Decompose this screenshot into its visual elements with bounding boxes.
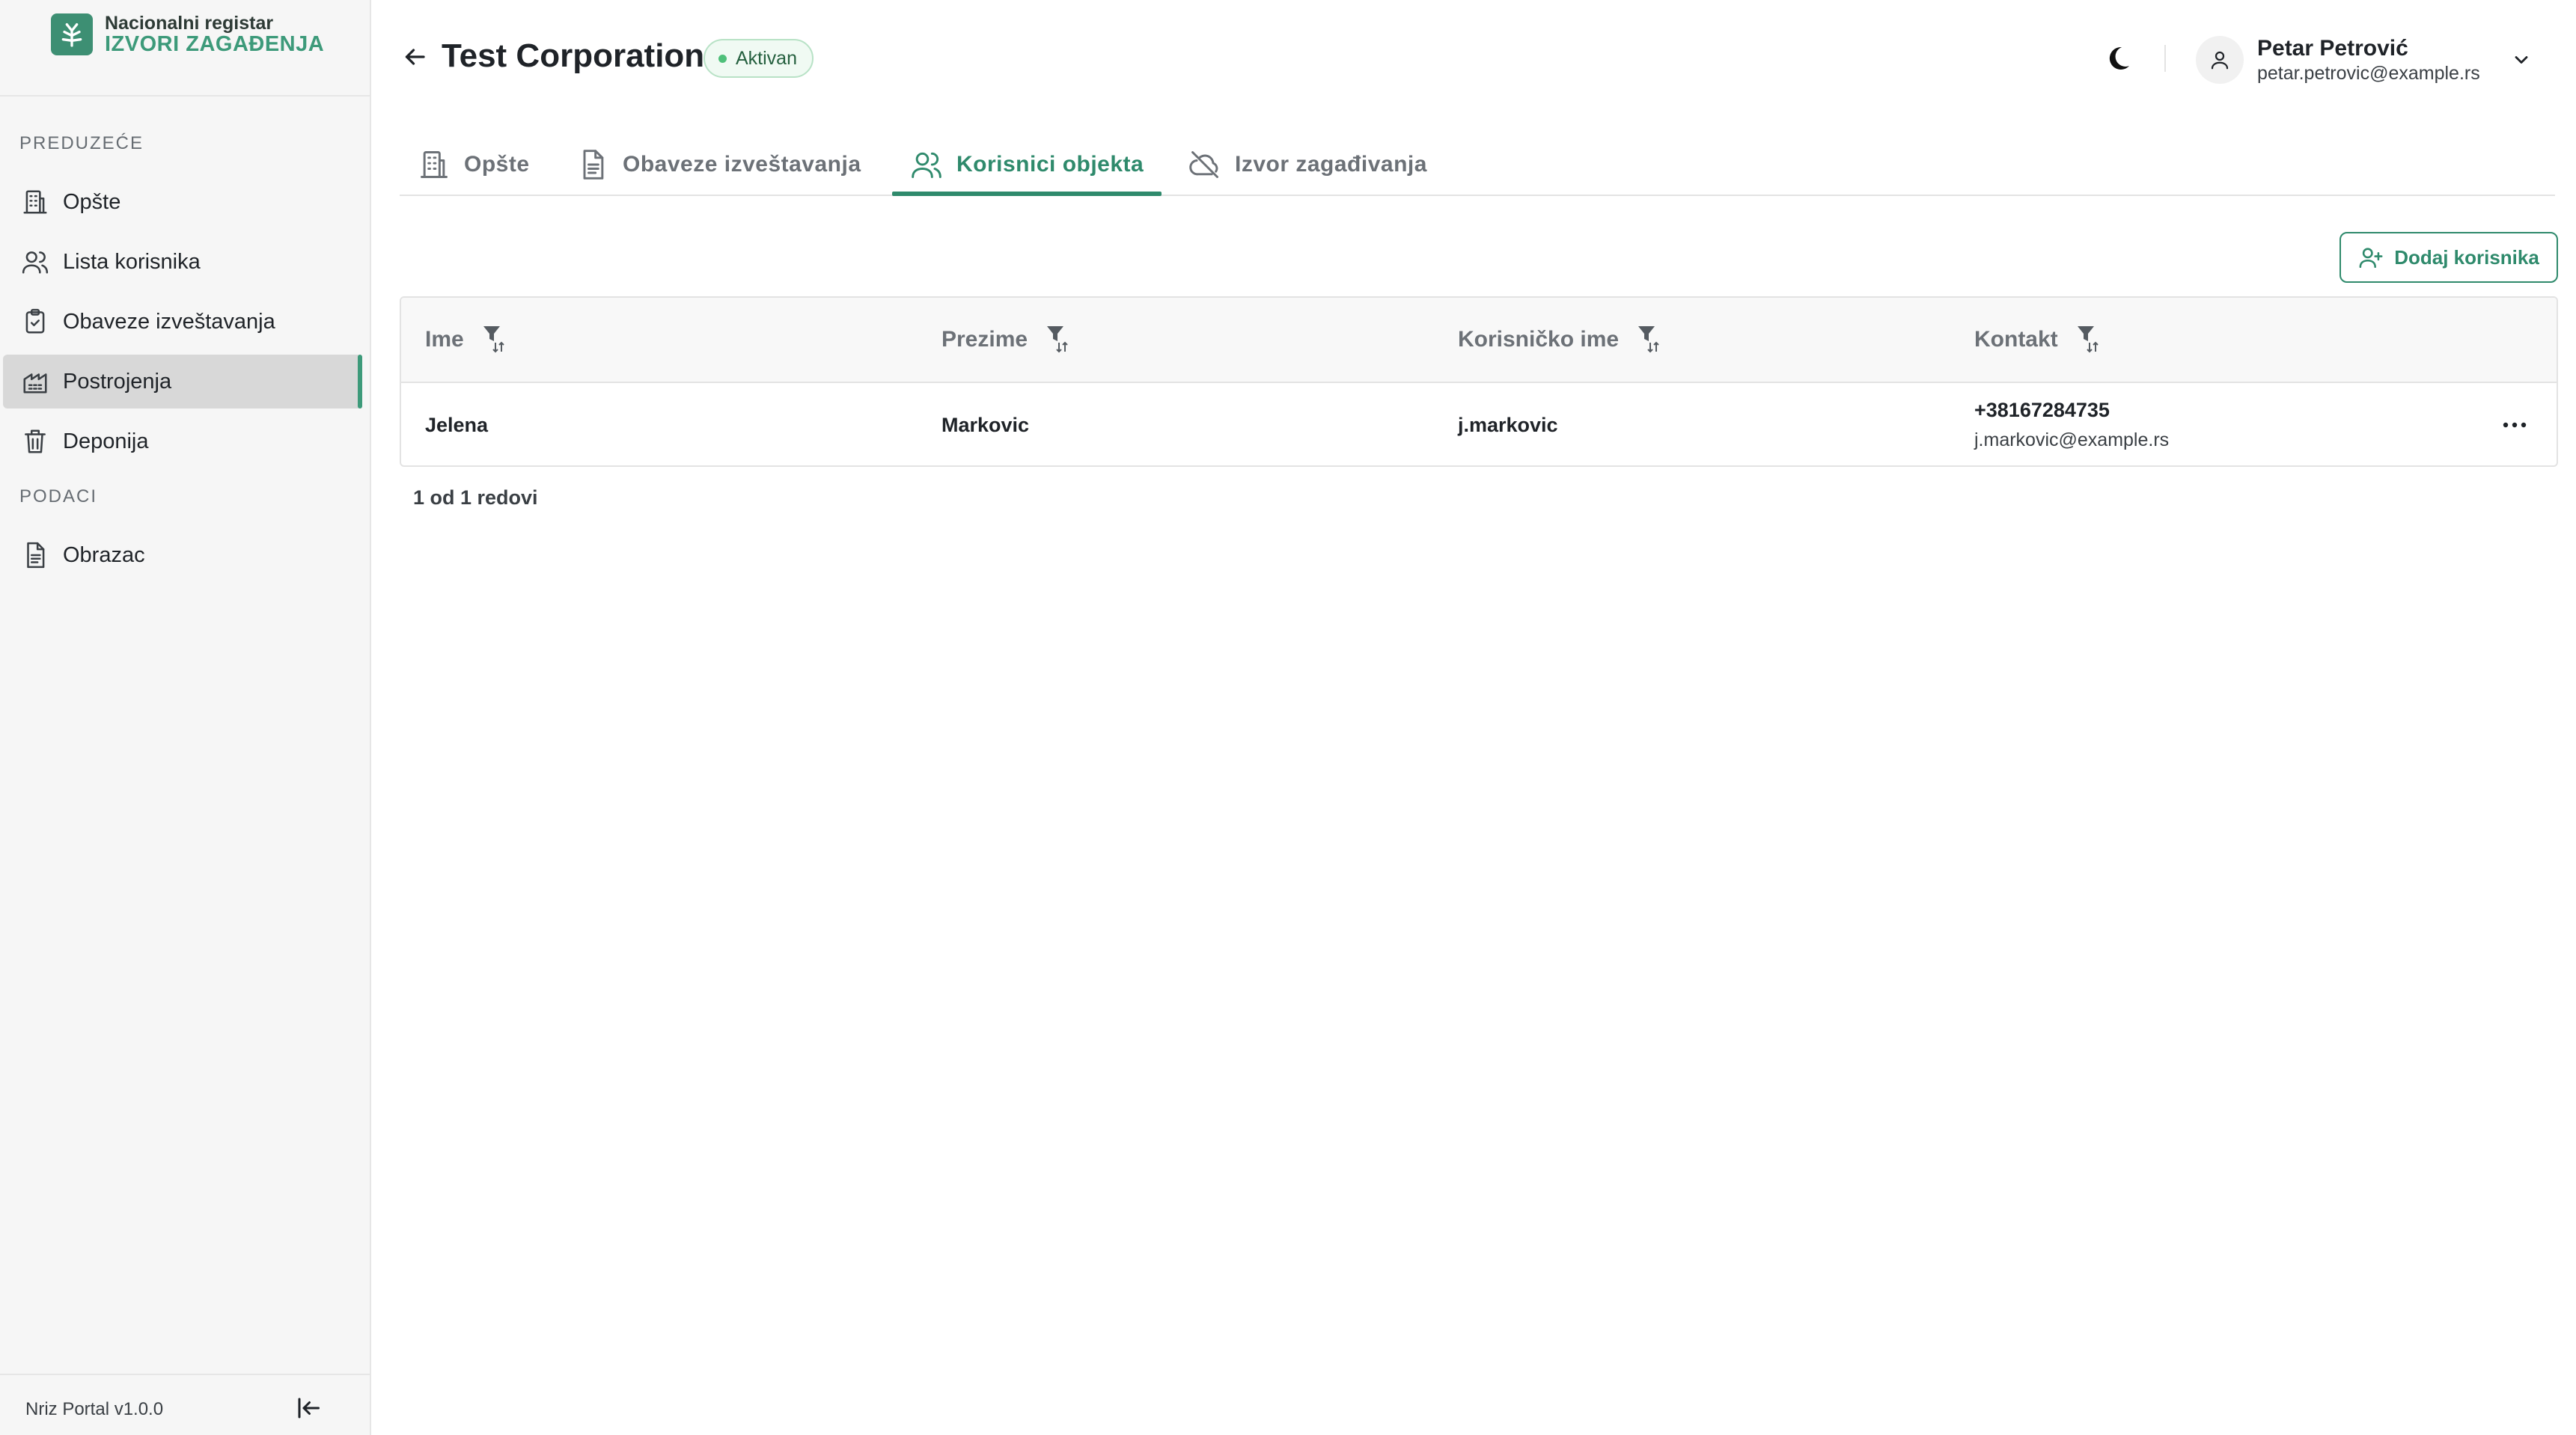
column-label: Korisničko ime xyxy=(1458,327,1620,352)
moon-icon xyxy=(2109,46,2129,70)
add-user-button[interactable]: Dodaj korisnika xyxy=(2340,232,2558,283)
cell-first-name: Jelena xyxy=(425,413,489,436)
cell-last-name: Markovic xyxy=(941,413,1030,436)
factory-icon xyxy=(19,366,51,397)
leaf-icon xyxy=(51,13,93,55)
cell-username: j.markovic xyxy=(1458,413,1558,436)
tab-korisnici-objekta[interactable]: Korisnici objekta xyxy=(892,135,1162,196)
sidebar-item-deponija[interactable]: Deponija xyxy=(3,414,362,468)
sidebar-item-label: Obrazac xyxy=(63,542,145,567)
sidebar-item-label: Deponija xyxy=(63,429,149,453)
sidebar-item-label: Lista korisnika xyxy=(63,249,201,274)
tab-bar: Opšte Obaveze izveštavanja Korisnici obj… xyxy=(400,135,2555,196)
cloud-off-icon xyxy=(1189,151,1218,178)
sidebar-item-opste[interactable]: Opšte xyxy=(3,175,362,229)
filter-sort-icon[interactable] xyxy=(1635,322,1671,358)
add-user-label: Dodaj korisnika xyxy=(2394,245,2539,269)
building-icon xyxy=(19,186,51,218)
user-email: petar.petrovic@example.rs xyxy=(2257,63,2480,84)
sidebar-item-label: Obaveze izveštavanja xyxy=(63,309,275,334)
table-header: Ime Prezime Korisničko ime Kontakt xyxy=(401,298,2557,383)
status-badge: Aktivan xyxy=(703,39,814,78)
sidebar-divider xyxy=(0,95,370,97)
building-icon xyxy=(421,151,448,178)
collapse-left-icon xyxy=(298,1398,320,1419)
status-dot xyxy=(718,54,727,63)
table-row[interactable]: Jelena Markovic j.markovic +38167284735 … xyxy=(401,383,2557,465)
sidebar-item-lista-korisnika[interactable]: Lista korisnika xyxy=(3,235,362,289)
filter-sort-icon[interactable] xyxy=(480,322,516,358)
more-horizontal-icon xyxy=(2503,422,2527,428)
users-icon xyxy=(912,152,941,178)
column-header-korisnicko-ime[interactable]: Korisničko ime xyxy=(1458,298,1671,382)
sidebar-item-label: Opšte xyxy=(63,189,121,214)
page-title: Test Corporation xyxy=(442,37,705,74)
document-icon xyxy=(583,150,604,180)
column-label: Prezime xyxy=(941,327,1028,352)
arrow-left-icon xyxy=(405,49,425,65)
logo-subtitle: IZVORI ZAGAĐENJA xyxy=(105,31,325,56)
user-menu[interactable]: Petar Petrović petar.petrovic@example.rs xyxy=(2196,33,2533,87)
tab-label: Opšte xyxy=(464,152,530,177)
user-name: Petar Petrović xyxy=(2257,36,2408,61)
document-icon xyxy=(19,539,51,571)
users-icon xyxy=(19,246,51,278)
column-header-kontakt[interactable]: Kontakt xyxy=(1974,298,2110,382)
back-button[interactable] xyxy=(400,42,430,72)
sidebar-item-obrazac[interactable]: Obrazac xyxy=(3,528,362,582)
sidebar-item-label: Postrojenja xyxy=(63,369,172,394)
trash-icon xyxy=(19,426,51,457)
status-label: Aktivan xyxy=(736,47,797,69)
contact-email: j.markovic@example.rs xyxy=(1974,429,2170,450)
app-version: Nriz Portal v1.0.0 xyxy=(25,1399,164,1419)
app-logo[interactable]: Nacionalni registar IZVORI ZAGAĐENJA xyxy=(51,12,324,57)
tab-obaveze-izvestavanja[interactable]: Obaveze izveštavanja xyxy=(558,135,879,195)
column-label: Ime xyxy=(425,327,464,352)
user-plus-icon xyxy=(2359,248,2383,269)
avatar xyxy=(2196,36,2244,84)
theme-toggle-button[interactable] xyxy=(2102,42,2134,75)
tab-label: Korisnici objekta xyxy=(956,152,1144,177)
sidebar-item-postrojenja[interactable]: Postrojenja xyxy=(3,355,362,409)
tab-izvor-zagadjivanja[interactable]: Izvor zagađivanja xyxy=(1171,135,1445,195)
contact-phone: +38167284735 xyxy=(1974,399,2110,421)
tab-label: Obaveze izveštavanja xyxy=(623,152,861,177)
column-label: Kontakt xyxy=(1974,327,2058,352)
users-table: Ime Prezime Korisničko ime Kontakt Jelen… xyxy=(400,296,2558,467)
clipboard-check-icon xyxy=(19,306,51,337)
column-header-prezime[interactable]: Prezime xyxy=(941,298,1080,382)
sidebar-item-obaveze[interactable]: Obaveze izveštavanja xyxy=(3,295,362,349)
row-count: 1 od 1 redovi xyxy=(413,486,538,509)
section-label-company: PREDUZEĆE xyxy=(19,133,144,153)
filter-sort-icon[interactable] xyxy=(2075,322,2110,358)
column-header-ime[interactable]: Ime xyxy=(425,298,516,382)
header-separator xyxy=(2164,45,2166,72)
cell-contact: +38167284735 j.markovic@example.rs xyxy=(1974,383,2170,465)
section-label-data: PODACI xyxy=(19,486,98,507)
filter-sort-icon[interactable] xyxy=(1044,322,1080,358)
collapse-sidebar-button[interactable] xyxy=(290,1393,326,1423)
user-icon xyxy=(2211,51,2229,70)
row-actions-button[interactable] xyxy=(2494,410,2536,440)
sidebar: Nacionalni registar IZVORI ZAGAĐENJA PRE… xyxy=(0,0,371,1435)
tab-label: Izvor zagađivanja xyxy=(1235,152,1427,177)
chevron-down-icon xyxy=(2510,49,2533,71)
tab-opste[interactable]: Opšte xyxy=(400,135,548,195)
logo-title: Nacionalni registar xyxy=(105,12,274,34)
sidebar-footer-divider xyxy=(0,1374,370,1375)
